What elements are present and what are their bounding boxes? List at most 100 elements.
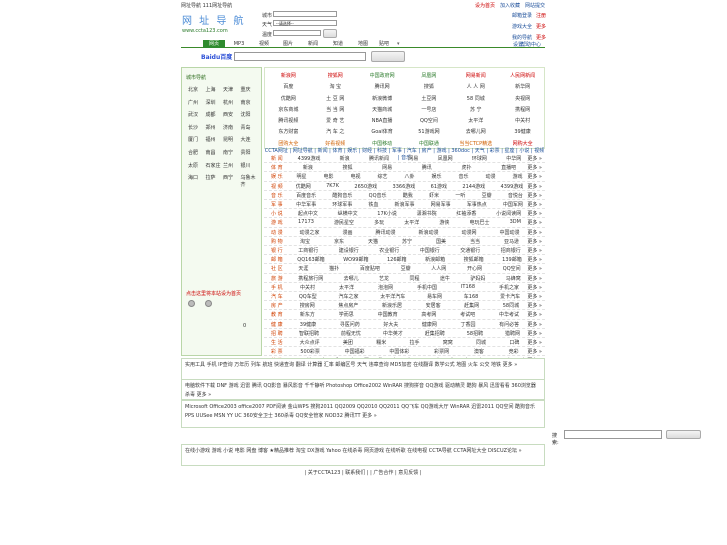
hot-site-link[interactable]: 51游戏网 <box>405 128 452 135</box>
category-link[interactable]: 搜房网 <box>300 302 315 309</box>
city-link[interactable]: 南昌 <box>206 149 224 156</box>
category-name[interactable]: 生 活 <box>271 339 283 346</box>
downloads-text[interactable]: Microsoft Office2003 office2007 PDF阅读 金山… <box>185 404 535 419</box>
category-link[interactable]: 139邮箱 <box>502 256 522 263</box>
category-name[interactable]: 银 行 <box>271 247 283 254</box>
category-name[interactable]: 手 机 <box>271 284 283 291</box>
category-link[interactable]: 智联招聘 <box>299 330 319 337</box>
category-link[interactable]: 音乐 <box>458 173 468 180</box>
category-link[interactable]: 手机之家 <box>499 284 519 291</box>
category-link[interactable]: WO99邮箱 <box>343 256 368 263</box>
site-logo[interactable]: 网 址 导 航 www.ccta123.com <box>182 12 252 36</box>
hot-site-link[interactable]: 淘 宝 <box>312 83 359 90</box>
category-link[interactable]: 新浪 <box>340 155 350 162</box>
category-link[interactable]: 腾讯 <box>422 164 432 171</box>
category-more-link[interactable]: 更多 » <box>527 330 542 337</box>
category-name[interactable]: 小 说 <box>271 210 283 217</box>
hot-site-link[interactable]: NBA直播 <box>359 117 406 124</box>
city-link[interactable]: 西安 <box>223 111 241 118</box>
category-more-link[interactable]: 更多 » <box>527 275 542 282</box>
next-icon[interactable] <box>205 300 212 307</box>
hot-site-link[interactable]: 新华网 <box>499 83 546 90</box>
category-more-link[interactable]: 更多 » <box>527 219 542 226</box>
category-link[interactable]: 猎聘网 <box>505 330 520 337</box>
city-link[interactable]: 长沙 <box>188 124 206 131</box>
category-link[interactable]: 太平洋 <box>339 284 354 291</box>
category-link[interactable]: 交通银行 <box>460 247 480 254</box>
hot-site-link[interactable]: 一号店 <box>405 106 452 113</box>
hot-site-link[interactable]: 58 同城 <box>452 95 499 102</box>
category-link[interactable]: 明星 <box>296 173 306 180</box>
category-name[interactable]: 邮 箱 <box>271 256 283 263</box>
category-link[interactable]: 有问必答 <box>499 321 519 328</box>
city-link[interactable]: 青岛 <box>241 124 259 131</box>
hot-site-link[interactable]: 新浪微博 <box>359 95 406 102</box>
category-link[interactable]: 爱卡汽车 <box>500 293 520 300</box>
city-link[interactable]: 昆明 <box>223 136 241 143</box>
category-link[interactable]: 赶集网 <box>464 302 479 309</box>
hot-site-link[interactable]: 去哪儿网 <box>452 128 499 135</box>
category-name[interactable]: 房 产 <box>271 302 283 309</box>
category-link[interactable]: 易车网 <box>427 293 442 300</box>
submit-site-link[interactable]: 网站提交 <box>525 2 545 9</box>
category-link[interactable]: 中国军网 <box>503 201 523 208</box>
category-link[interactable]: 豆瓣 <box>482 192 492 199</box>
set-homepage-link[interactable]: 设为首页 <box>475 2 495 9</box>
category-link[interactable]: 虎扑 <box>461 164 471 171</box>
category-link[interactable]: 动漫网 <box>461 229 476 236</box>
category-link[interactable]: 竞彩 <box>509 348 519 355</box>
category-link[interactable]: 彩票网 <box>434 348 449 355</box>
category-link[interactable]: 糯米 <box>376 339 386 346</box>
category-link[interactable]: 58招聘 <box>467 330 483 337</box>
category-link[interactable]: 途牛 <box>440 275 450 282</box>
category-link[interactable]: 开心网 <box>467 265 482 272</box>
tab-video[interactable]: 视频 <box>256 40 272 48</box>
software-text[interactable]: 电脑软件下载 DNF 游戏 迅雷 腾讯 QQ影音 暴风影音 千千静听 Photo… <box>185 383 536 398</box>
category-link[interactable]: 61游戏 <box>431 183 447 190</box>
category-link[interactable]: 动漫 <box>485 173 495 180</box>
category-link[interactable]: 招商银行 <box>501 247 521 254</box>
hot-site-link[interactable]: 土 豆 网 <box>312 95 359 102</box>
category-name[interactable]: 军 事 <box>271 201 283 208</box>
category-link[interactable]: 3366游戏 <box>393 183 416 190</box>
category-link[interactable]: 中国动漫 <box>499 229 519 236</box>
category-link[interactable]: 中华英才 <box>383 330 403 337</box>
category-link[interactable]: 动漫之家 <box>299 229 319 236</box>
weather-query-button[interactable] <box>323 29 337 38</box>
city-link[interactable]: 拉萨 <box>206 174 224 188</box>
category-more-link[interactable]: 更多 » <box>527 201 542 208</box>
category-link[interactable]: 天涯 <box>298 265 308 272</box>
category-link[interactable]: 漫画 <box>342 229 352 236</box>
hot-site-link[interactable]: 搜狐网 <box>312 72 359 79</box>
hot-site-link[interactable]: 腾讯视频 <box>265 117 312 124</box>
city-link[interactable]: 南宁 <box>223 149 241 156</box>
category-link[interactable]: 泡泡网 <box>378 284 393 291</box>
category-link[interactable]: 好大夫 <box>383 321 398 328</box>
category-link[interactable]: 中国福彩 <box>345 348 365 355</box>
category-name[interactable]: 音 乐 <box>271 192 283 199</box>
category-link[interactable]: 电视 <box>350 173 360 180</box>
category-more-link[interactable]: 更多 » <box>527 183 542 190</box>
category-more-link[interactable]: 更多 » <box>527 321 542 328</box>
city-link[interactable]: 上海 <box>206 86 224 93</box>
category-link[interactable]: 4399游戏 <box>501 183 524 190</box>
category-link[interactable]: 17K小说 <box>377 210 397 217</box>
city-select[interactable]: --请选择-- <box>273 20 337 26</box>
games-link[interactable]: 游戏大全 <box>512 23 532 30</box>
category-more-link[interactable]: 更多 » <box>527 348 542 355</box>
city-link[interactable]: 郑州 <box>206 124 224 131</box>
city-link[interactable]: 深圳 <box>206 99 224 106</box>
category-link[interactable]: 当当 <box>470 238 480 245</box>
category-link[interactable]: 同程 <box>409 275 419 282</box>
category-link[interactable]: 中国体彩 <box>389 348 409 355</box>
hot-site-link[interactable]: 爱 奇 艺 <box>312 117 359 124</box>
category-link[interactable]: 2650游戏 <box>354 183 377 190</box>
category-name[interactable]: 体 育 <box>271 164 283 171</box>
category-link[interactable]: 高考网 <box>421 311 436 318</box>
category-name[interactable]: 动 漫 <box>271 229 283 236</box>
category-link[interactable]: 农业银行 <box>379 247 399 254</box>
tab-news[interactable]: 新闻 <box>305 40 321 48</box>
city-link[interactable]: 重庆 <box>241 86 259 93</box>
city-link[interactable]: 大连 <box>241 136 259 143</box>
hot-site-link[interactable]: 央视网 <box>499 95 546 102</box>
